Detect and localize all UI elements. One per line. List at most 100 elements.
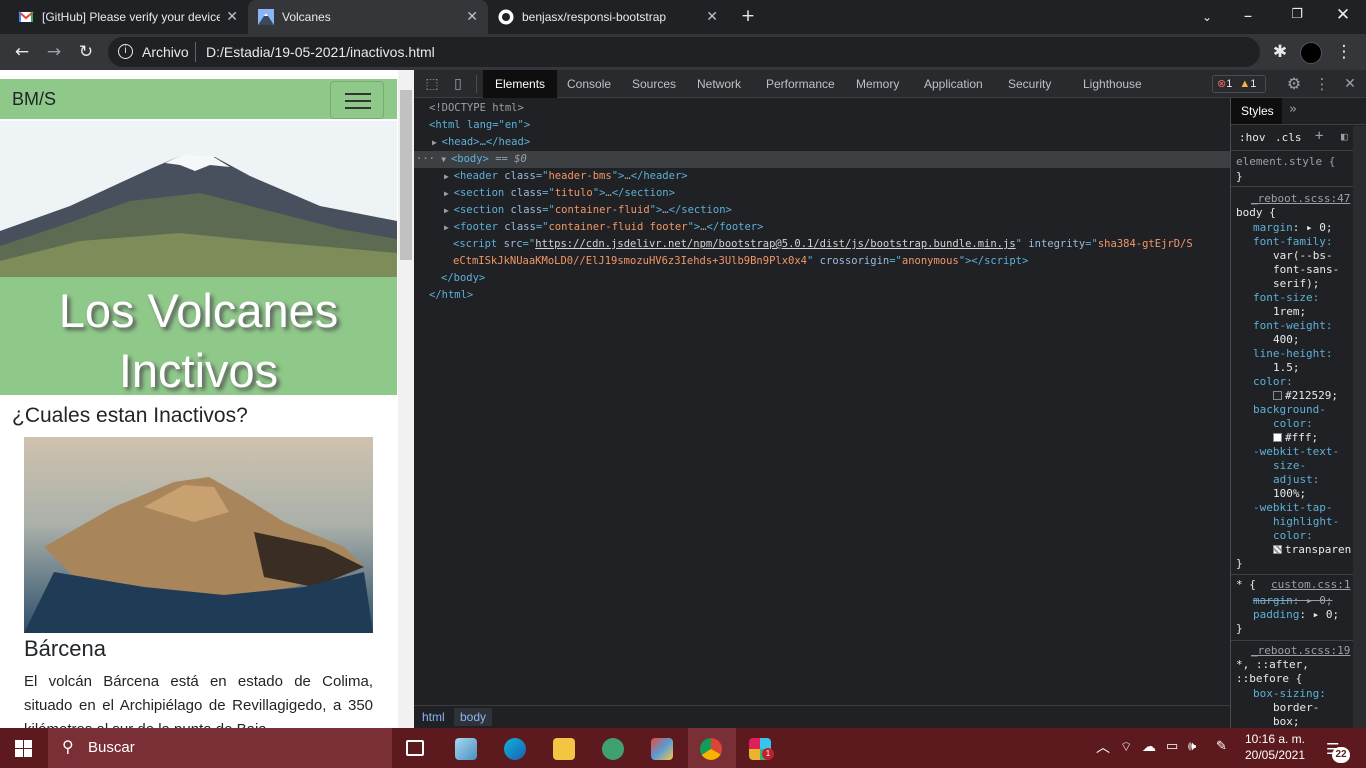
tab-application[interactable]: Application (912, 70, 995, 98)
app-icon-notes[interactable] (455, 738, 477, 760)
dom-footer[interactable]: ▶ <footer class="container-fluid footer"… (414, 219, 1230, 236)
minimize-icon[interactable]: – (1238, 6, 1258, 26)
prop-line-height[interactable]: line-height: (1253, 347, 1332, 361)
tab-console[interactable]: Console (555, 70, 623, 98)
custom-source-link[interactable]: custom.css:1 (1271, 578, 1350, 592)
forward-icon[interactable]: → (44, 42, 64, 62)
before-selector[interactable]: ::before { (1236, 672, 1302, 686)
chrome-menu-icon[interactable]: ⋮ (1334, 42, 1354, 62)
add-rule-icon[interactable]: + (1315, 129, 1323, 143)
breadcrumb-body[interactable]: body (454, 708, 493, 726)
prop-text-size-adjust[interactable]: -webkit-text- (1253, 445, 1339, 459)
tray-chevron-icon[interactable]: ︿ (1096, 737, 1110, 757)
dom-head[interactable]: ▶ <head>…</head> (414, 134, 1230, 151)
network-icon[interactable]: ⌔ (1120, 739, 1132, 755)
after-selector[interactable]: *, ::after, (1236, 658, 1309, 672)
close-window-icon[interactable]: ✕ (1333, 5, 1353, 25)
reboot-source-link-2[interactable]: _reboot.scss:19 (1251, 644, 1350, 658)
prop-padding[interactable]: padding: ▸ 0; (1253, 608, 1339, 622)
styles-scrollbar[interactable] (1353, 126, 1366, 728)
toggle-sidebar-icon[interactable]: ◧ (1341, 130, 1348, 144)
styles-tab[interactable]: Styles (1241, 104, 1274, 118)
dom-doctype[interactable]: <!DOCTYPE html> (414, 100, 1230, 117)
expand-triangle-icon[interactable]: ▶ (432, 138, 442, 147)
back-icon[interactable]: ← (12, 42, 32, 62)
atom-icon[interactable] (602, 738, 624, 760)
prop-font-size[interactable]: font-size: (1253, 291, 1319, 305)
prop-box-sizing[interactable]: box-sizing: (1253, 687, 1326, 701)
tab-security[interactable]: Security (996, 70, 1063, 98)
tab-search-icon[interactable]: ⌄ (1197, 7, 1217, 27)
close-tab-icon[interactable]: ✕ (466, 9, 478, 25)
breadcrumb-html[interactable]: html (422, 710, 445, 724)
tab-lighthouse[interactable]: Lighthouse (1071, 70, 1154, 98)
issues-counter[interactable]: ⊗1 ▲1 (1212, 75, 1266, 93)
tab-memory[interactable]: Memory (844, 70, 911, 98)
reload-icon[interactable]: ↻ (76, 42, 96, 62)
address-bar[interactable]: i Archivo D:/Estadia/19-05-2021/inactivo… (108, 37, 1260, 67)
taskbar-search[interactable]: ⚲ Buscar (48, 728, 392, 768)
volume-icon[interactable]: 🕪 (1188, 738, 1196, 754)
cls-toggle[interactable]: .cls (1275, 131, 1302, 145)
task-view-icon[interactable] (406, 740, 424, 756)
val-color: #212529; (1273, 389, 1338, 403)
dom-section-container[interactable]: ▶ <section class="container-fluid">…</se… (414, 202, 1230, 219)
battery-icon[interactable]: ▭ (1166, 738, 1178, 754)
avatar[interactable] (1300, 42, 1322, 64)
star-selector[interactable]: * { (1236, 578, 1256, 592)
dom-html-close[interactable]: </html> (414, 287, 1230, 304)
hamburger-menu-icon[interactable] (330, 81, 384, 119)
color-swatch-icon (1273, 391, 1282, 400)
prop-bg-color[interactable]: background- (1253, 403, 1326, 417)
prop-color[interactable]: color: (1253, 375, 1293, 389)
tab-elements[interactable]: Elements (483, 70, 558, 98)
tab-network[interactable]: Network (685, 70, 753, 98)
dom-html-open[interactable]: <html lang="en"> (414, 117, 1230, 134)
prop-font-weight[interactable]: font-weight: (1253, 319, 1332, 333)
chrome-icon[interactable] (700, 738, 722, 760)
site-brand[interactable]: BM/S (12, 89, 56, 110)
dom-body-close[interactable]: </body> (414, 270, 1230, 287)
more-tabs-icon[interactable]: » (1289, 103, 1297, 117)
inspect-element-icon[interactable]: ⬚ (422, 74, 442, 94)
dom-script[interactable]: <script src="https://cdn.jsdelivr.net/np… (414, 236, 1226, 253)
collapse-triangle-icon[interactable]: ▼ (441, 155, 451, 164)
prop-tap-highlight[interactable]: -webkit-tap- (1253, 501, 1332, 515)
hov-toggle[interactable]: :hov (1239, 131, 1266, 145)
page-scrollbar-thumb[interactable] (400, 90, 412, 260)
windows-start-icon[interactable] (15, 740, 32, 757)
file-explorer-icon[interactable] (553, 738, 575, 760)
edge-icon[interactable] (504, 738, 526, 760)
close-devtools-icon[interactable]: ✕ (1340, 74, 1360, 94)
prop-font-family[interactable]: font-family: (1253, 235, 1332, 249)
dom-script-cont[interactable]: eCtmISkJkNUaaKMoLD0//ElJ19smozuHV6z3Iehd… (414, 253, 1230, 270)
tab-github-repo[interactable]: benjasx/responsi-bootstrap ✕ (488, 0, 728, 34)
app-icon-git[interactable] (651, 738, 673, 760)
tab-github[interactable]: [GitHub] Please verify your device ✕ (8, 0, 248, 34)
prop-margin-overridden[interactable]: margin: ▸ 0; (1253, 594, 1333, 608)
tab-sources[interactable]: Sources (620, 70, 688, 98)
dom-body-selected[interactable]: ··· ▼ <body> == $0 (414, 151, 1230, 168)
reboot-source-link[interactable]: _reboot.scss:47 (1251, 192, 1350, 206)
warning-count: 1 (1250, 78, 1257, 90)
taskbar-clock[interactable]: 10:16 a. m. 20/05/2021 (1240, 731, 1310, 763)
settings-gear-icon[interactable]: ⚙ (1284, 74, 1304, 94)
close-tab-icon[interactable]: ✕ (706, 9, 718, 25)
pen-icon[interactable]: ✎ (1216, 738, 1227, 754)
device-toolbar-icon[interactable]: ▯ (448, 74, 468, 94)
tab-volcanes[interactable]: Volcanes ✕ (248, 0, 488, 34)
extensions-icon[interactable]: ✱ (1270, 42, 1290, 62)
prop-margin[interactable]: margin: ▸ 0; (1253, 221, 1333, 235)
info-icon[interactable]: i (118, 44, 133, 59)
dom-header[interactable]: ▶ <header class="header-bms">…</header> (414, 168, 1230, 185)
devtools-menu-icon[interactable]: ⋮ (1312, 74, 1332, 94)
element-style-rule[interactable]: element.style { (1236, 155, 1335, 169)
tab-performance[interactable]: Performance (754, 70, 847, 98)
url-text[interactable]: D:/Estadia/19-05-2021/inactivos.html (206, 44, 435, 60)
onedrive-icon[interactable]: ☁ (1142, 738, 1156, 755)
restore-icon[interactable]: ❐ (1287, 5, 1307, 25)
dom-section-titulo[interactable]: ▶ <section class="titulo">…</section> (414, 185, 1230, 202)
close-tab-icon[interactable]: ✕ (226, 9, 238, 25)
body-selector[interactable]: body { (1236, 206, 1276, 220)
new-tab-icon[interactable]: + (738, 6, 758, 26)
